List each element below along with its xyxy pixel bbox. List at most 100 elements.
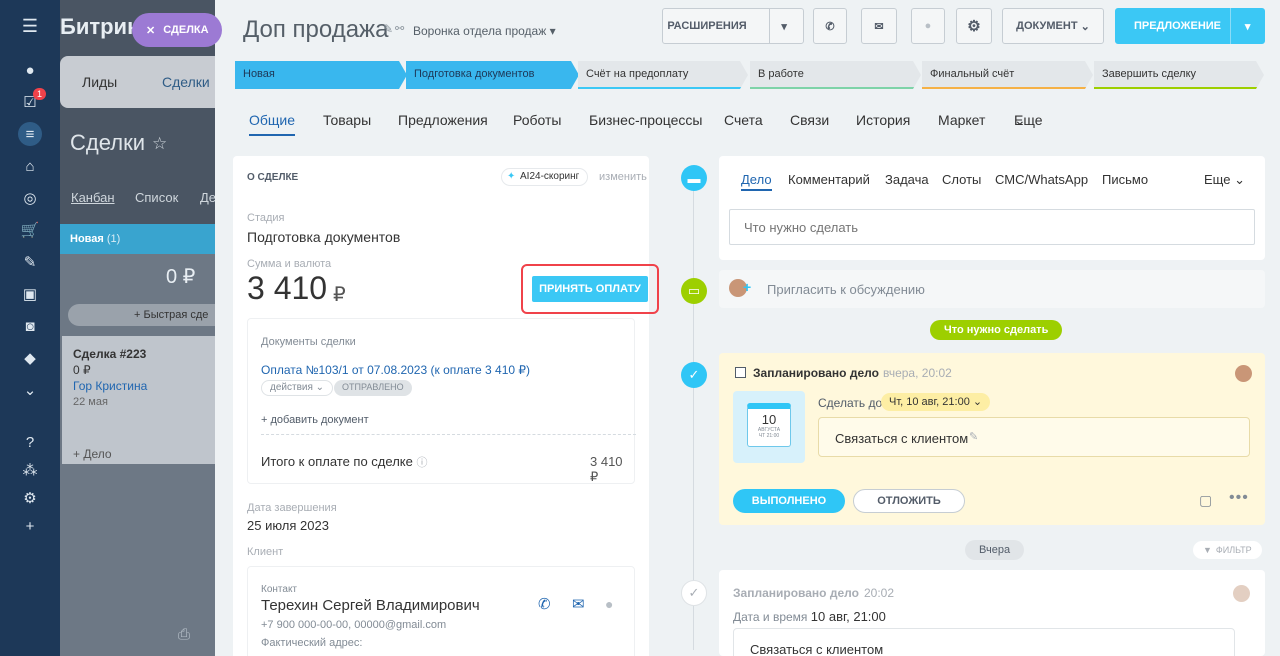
chevron-down-icon[interactable]: ▾ <box>1230 8 1264 44</box>
stage-new[interactable]: Новая <box>235 61 407 89</box>
target-icon[interactable]: ◎ <box>18 186 42 210</box>
tab-offers[interactable]: Предложения <box>398 112 488 128</box>
robot-icon[interactable]: ◙ <box>18 314 42 338</box>
contact-card-icon[interactable]: ▣ <box>18 282 42 306</box>
tab-market[interactable]: Маркет <box>938 112 985 128</box>
tab-invoices[interactable]: Счета <box>724 112 763 128</box>
sign-icon[interactable]: ✎ <box>18 250 42 274</box>
link-icon[interactable]: ⚯ <box>395 22 404 35</box>
chat-icon[interactable]: ● <box>605 596 613 612</box>
atab-slots[interactable]: Слоты <box>942 172 981 187</box>
gear-icon[interactable]: ⚙ <box>956 8 992 44</box>
timeline-line <box>693 170 694 650</box>
structure-icon[interactable]: ⁂ <box>18 458 42 482</box>
feed-icon[interactable]: ● <box>18 58 42 82</box>
filter-button[interactable]: ▼ ФИЛЬТР <box>1193 541 1262 559</box>
tab-more[interactable]: Еще ⌄ <box>1014 112 1043 129</box>
view-kanban[interactable]: Канбан <box>71 190 115 205</box>
more-down-icon[interactable]: ⌄ <box>18 378 42 402</box>
crm-tabs: Лиды Сделки <box>60 56 220 108</box>
add-person-icon[interactable]: + <box>743 279 751 295</box>
view-switcher: Канбан Список Де <box>60 190 220 212</box>
funnel-select[interactable]: Воронка отдела продаж ▾ <box>413 24 556 38</box>
todo-input[interactable] <box>729 209 1255 245</box>
add-document-link[interactable]: + добавить документ <box>261 414 369 426</box>
atab-deal[interactable]: Дело <box>741 172 772 191</box>
stage-finish[interactable]: Завершить сделку <box>1094 61 1264 89</box>
view-list[interactable]: Список <box>135 190 178 205</box>
mail-icon[interactable]: ✉ <box>572 595 585 613</box>
settings-icon[interactable]: ⚙ <box>18 486 42 510</box>
stage-in-work[interactable]: В работе <box>750 61 921 89</box>
crm-icon[interactable]: ≡ <box>18 122 42 146</box>
company-icon[interactable]: ⌂ <box>18 154 42 178</box>
phone-icon[interactable]: ✆ <box>538 595 551 613</box>
tasks-badge: 1 <box>33 88 47 100</box>
tab-leads[interactable]: Лиды <box>82 74 117 90</box>
box-icon[interactable]: ◆ <box>18 346 42 370</box>
invite-text[interactable]: Пригласить к обсуждению <box>767 282 925 297</box>
tab-general[interactable]: Общие <box>249 112 296 136</box>
shop-icon[interactable]: 🛒 <box>18 218 42 242</box>
deadline-chip[interactable]: Чт, 10 авг, 21:00 ⌄ <box>881 393 991 411</box>
stage-final-invoice[interactable]: Финальный счёт <box>922 61 1093 89</box>
doc-actions[interactable]: действия ⌄ <box>261 380 334 396</box>
edit-pencil-icon[interactable]: ✎ <box>383 22 393 36</box>
edit-pencil-icon[interactable]: ✎ <box>969 430 978 443</box>
tab-history[interactable]: История <box>856 112 910 128</box>
deal-slider-label[interactable]: ✕ СДЕЛКА <box>132 13 222 47</box>
task-text-box[interactable]: Связаться с клиентом ✎ <box>818 417 1250 457</box>
stage-prepay[interactable]: Счёт на предоплату <box>578 61 748 89</box>
help-icon[interactable]: ? <box>18 430 42 454</box>
tab-deals[interactable]: Сделки <box>162 74 210 90</box>
tab-bizproc[interactable]: Бизнес-процессы <box>589 112 702 128</box>
extensions-button[interactable]: РАСШИРЕНИЯ ▾ <box>662 8 804 44</box>
tab-links[interactable]: Связи <box>790 112 829 128</box>
done-button[interactable]: ВЫПОЛНЕНО <box>733 489 845 513</box>
printer-icon[interactable]: ⎙ <box>178 626 190 643</box>
contact-name[interactable]: Терехин Сергей Владимирович <box>261 597 480 614</box>
accept-payment-button[interactable]: ПРИНЯТЬ ОПЛАТУ <box>532 276 648 302</box>
sum-value: 3 410 <box>247 270 328 306</box>
scoring-badge[interactable]: ✦ AI24-скоринг <box>501 168 589 186</box>
document-button[interactable]: ДОКУМЕНТ ⌄ <box>1002 8 1104 44</box>
contact-block: Контакт Терехин Сергей Владимирович ✆ ✉ … <box>247 566 635 656</box>
more-icon[interactable]: ••• <box>1229 489 1249 507</box>
view-other[interactable]: Де <box>200 190 216 205</box>
mail-icon[interactable]: ✉ <box>861 8 897 44</box>
chat-icon[interactable]: ● <box>911 8 945 44</box>
invite-row[interactable]: + Пригласить к обсуждению <box>719 270 1265 308</box>
doc-link[interactable]: Оплата №103/1 от 07.08.2023 (к оплате 3 … <box>261 363 530 377</box>
card-add-activity[interactable]: + Дело <box>73 446 112 462</box>
star-icon[interactable]: ☆ <box>152 134 167 154</box>
atab-sms[interactable]: СМС/WhatsApp <box>995 172 1088 187</box>
card-date: 22 мая <box>73 396 108 408</box>
close-icon[interactable]: ✕ <box>146 24 155 37</box>
kanban-card[interactable]: Сделка #223 0 ₽ Гор Кристина 22 мая + Де… <box>62 336 218 464</box>
check-icon: ✓ <box>681 580 707 606</box>
section-title: О СДЕЛКЕ <box>247 172 299 183</box>
tab-products[interactable]: Товары <box>323 112 371 128</box>
card-sum: 0 ₽ <box>73 363 91 377</box>
stage-docs[interactable]: Подготовка документов <box>406 61 579 89</box>
quick-add-button[interactable]: + Быстрая сде <box>68 304 220 326</box>
cal-day: 10 <box>761 412 777 427</box>
atab-comment[interactable]: Комментарий <box>788 172 870 187</box>
edit-link[interactable]: изменить <box>599 171 647 183</box>
postpone-button[interactable]: ОТЛОЖИТЬ <box>853 489 965 513</box>
atab-more[interactable]: Еще ⌄ <box>1204 172 1245 188</box>
phone-icon[interactable]: ✆ <box>813 8 847 44</box>
atab-task[interactable]: Задача <box>885 172 929 187</box>
task-checkbox[interactable] <box>735 367 746 378</box>
card-client[interactable]: Гор Кристина <box>73 378 207 394</box>
chevron-down-icon[interactable]: ▾ <box>768 8 799 44</box>
cal-sub: ЧТ 21:00 <box>758 433 780 439</box>
add-icon[interactable]: + <box>18 514 42 538</box>
atab-mail[interactable]: Письмо <box>1102 172 1148 187</box>
contact-phone[interactable]: +7 900 000-00-00, 00000@gmail.com <box>261 619 446 631</box>
menu-icon[interactable]: ☰ <box>18 14 42 38</box>
task-text: Связаться с клиентом <box>835 431 969 446</box>
note-icon[interactable]: ▢ <box>1199 492 1212 509</box>
tab-robots[interactable]: Роботы <box>513 112 561 128</box>
offer-button[interactable]: ПРЕДЛОЖЕНИЕ ▾ <box>1115 8 1265 44</box>
